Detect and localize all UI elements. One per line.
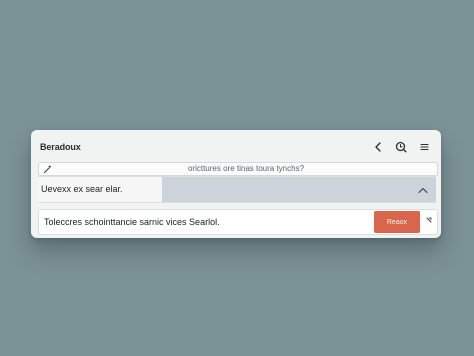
search-button[interactable] (393, 139, 409, 155)
list-item-selection (162, 177, 436, 202)
action-label: Toleccres schointtancie sarnic vices Sea… (44, 217, 220, 227)
chevron-left-icon (375, 142, 381, 152)
search-icon (395, 141, 407, 153)
window-header: Beradoux (31, 130, 441, 164)
list-item[interactable]: Uevexx ex sear elar. (38, 176, 436, 203)
app-window: Beradoux U (31, 130, 441, 238)
action-row: Toleccres schointtancie sarnic vices Sea… (38, 209, 438, 235)
window-title: Beradoux (40, 142, 81, 152)
menu-icon (419, 143, 429, 151)
chevron-up-icon[interactable] (417, 184, 429, 196)
primary-button[interactable]: Reaox (374, 211, 420, 233)
list-item-label: Uevexx ex sear elar. (41, 184, 123, 194)
search-bar[interactable] (38, 162, 438, 176)
menu-button[interactable] (416, 139, 432, 155)
back-button[interactable] (370, 139, 386, 155)
collapse-icon[interactable] (425, 216, 433, 224)
wand-icon (42, 164, 52, 174)
search-input[interactable] (57, 163, 435, 175)
